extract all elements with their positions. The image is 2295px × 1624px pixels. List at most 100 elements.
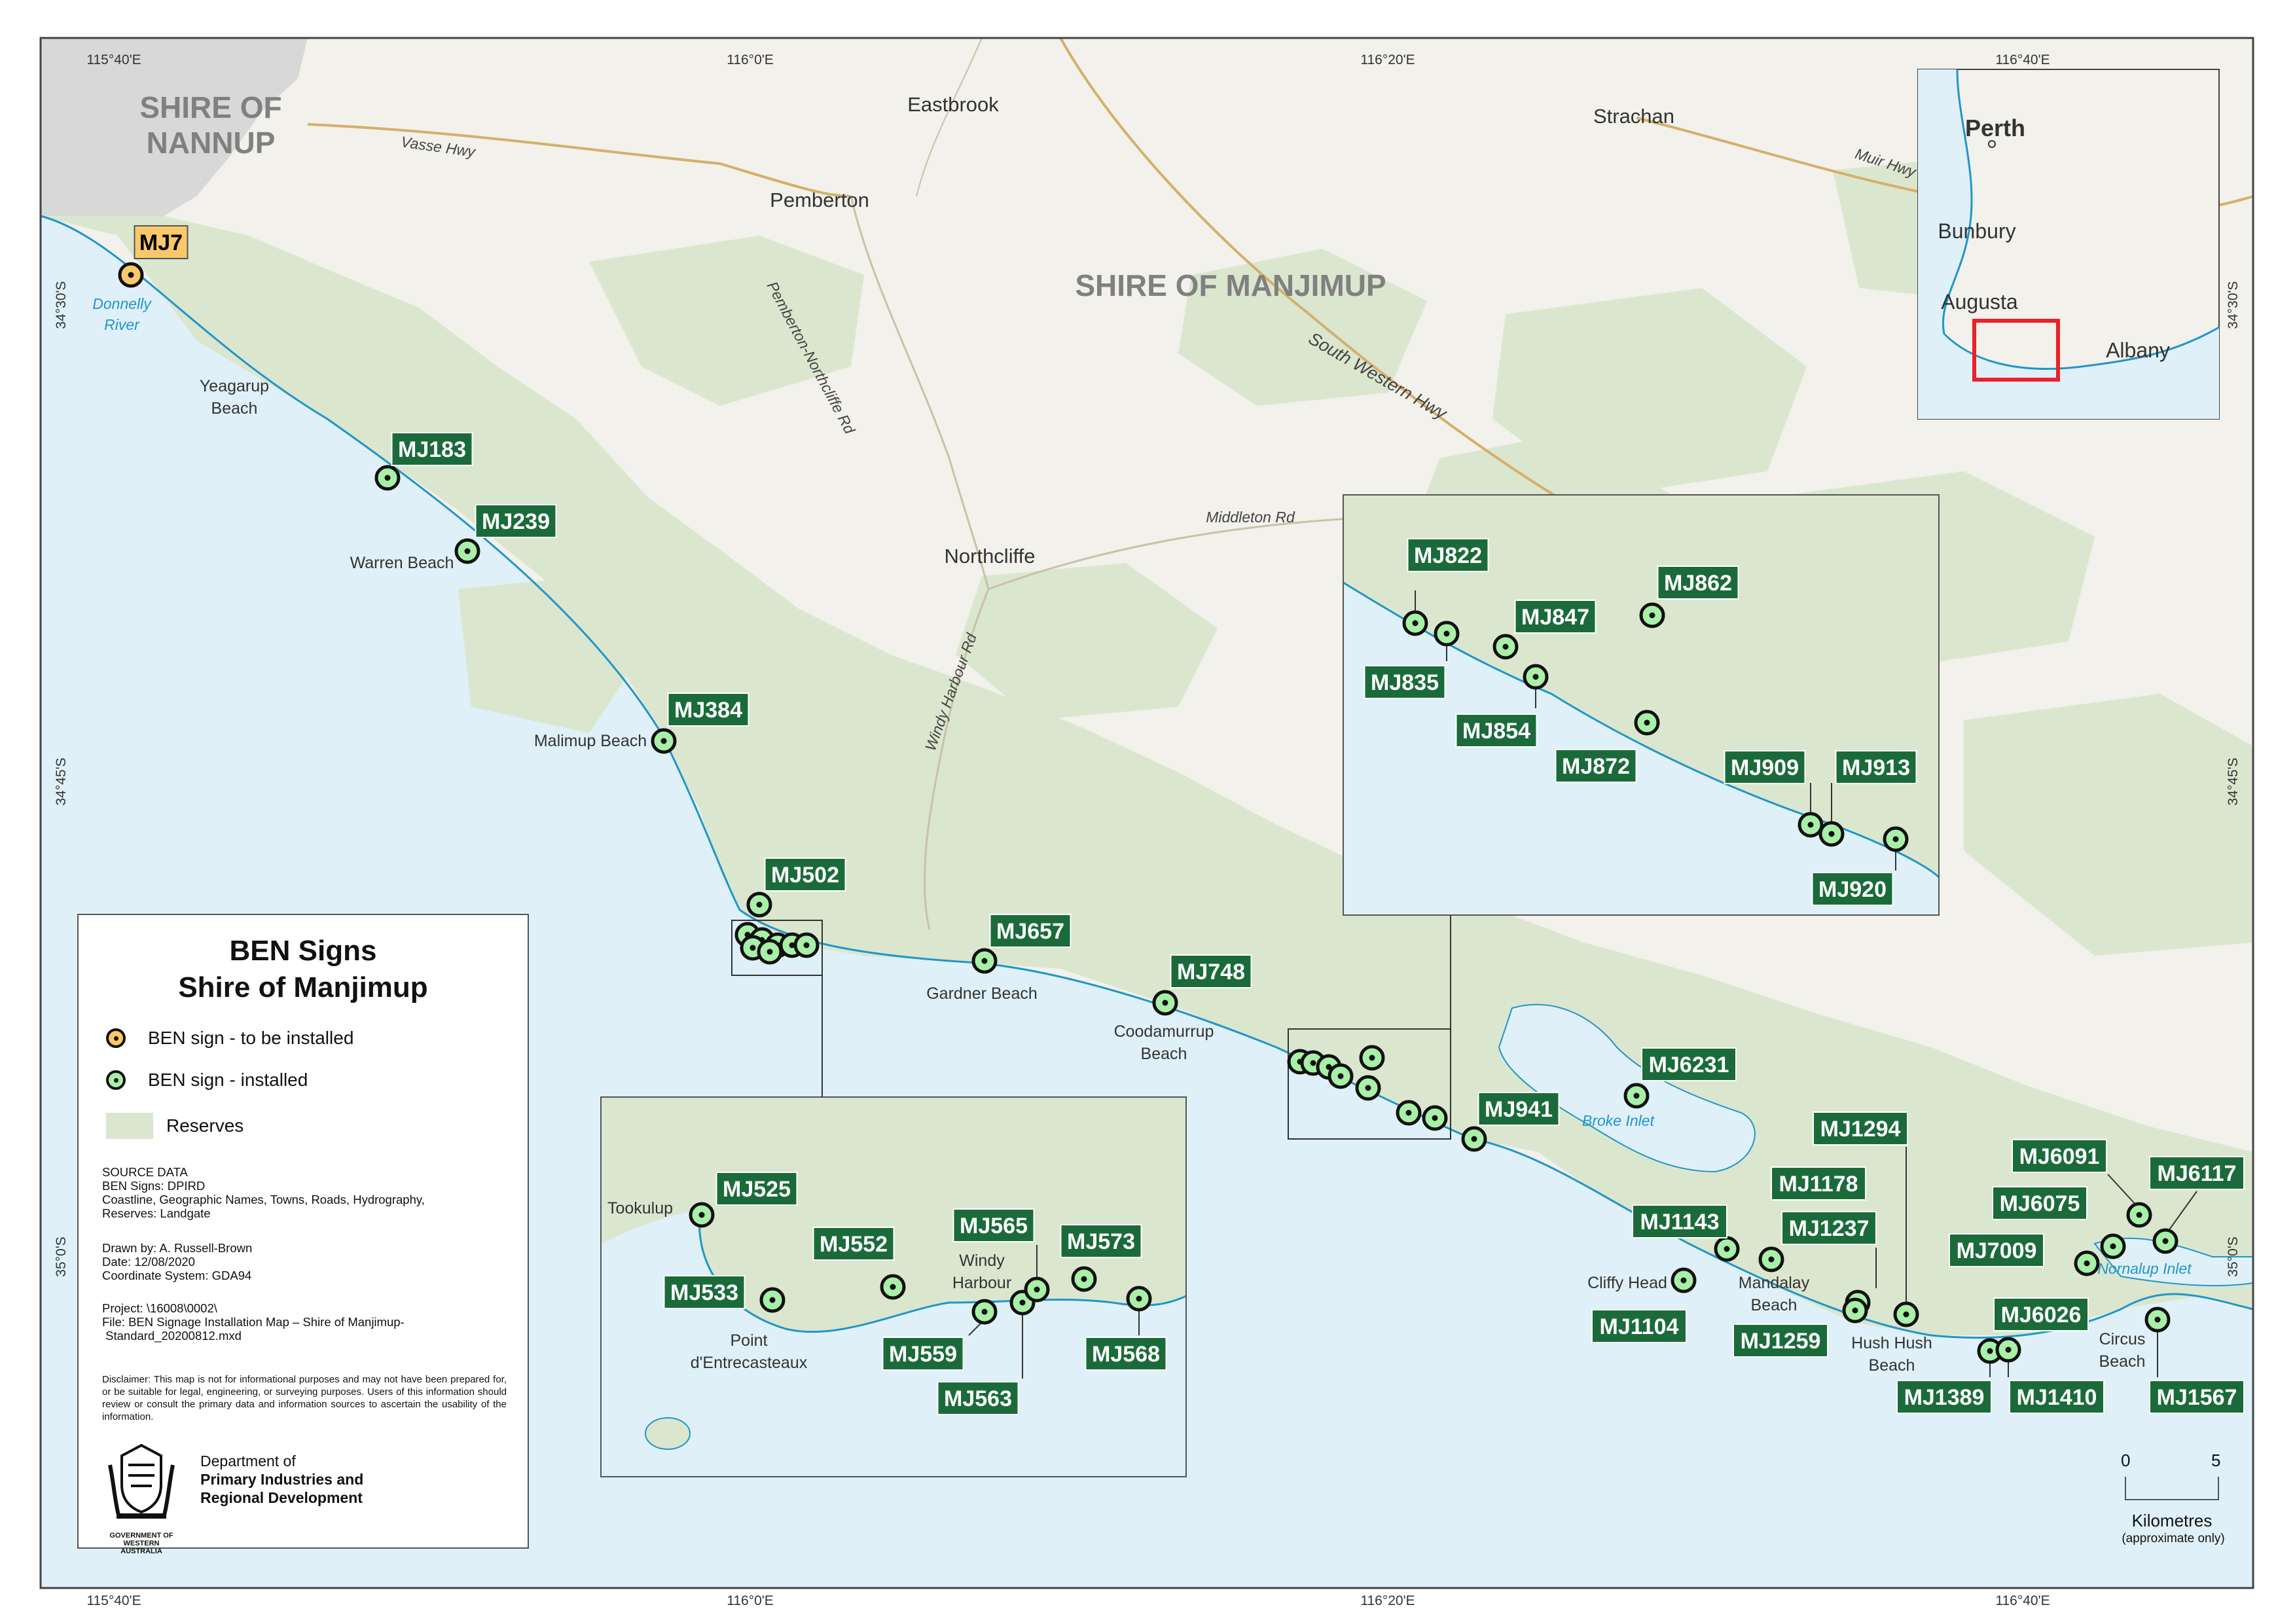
coord-right-2: 35°0'S	[2226, 1236, 2241, 1276]
sign-marker-mj239-dot	[464, 548, 471, 554]
coord-top-1: 116°0'E	[727, 52, 774, 67]
sign-marker-mj7009-dot	[2084, 1260, 2090, 1267]
coord-right-0: 34°30'S	[2226, 281, 2241, 329]
place-hushhush-line1: Hush Hush	[1851, 1334, 1932, 1352]
sign-marker-mj563-dot	[1019, 1299, 1026, 1306]
sign-marker-mj920-dot	[1892, 836, 1899, 842]
place-mandalay-line2: Beach	[1751, 1296, 1798, 1314]
sign-marker-mj913-dot	[1828, 831, 1835, 837]
sign-label-mj6117: MJ6117	[2158, 1161, 2237, 1186]
legend-title-line2: Shire of Manjimup	[178, 971, 428, 1003]
sign-marker-mj941-dot	[1471, 1136, 1477, 1142]
coord-top-3: 116°40'E	[1995, 52, 2050, 67]
reserve-swatch-icon	[106, 1113, 153, 1139]
coord-bottom-0: 115°40'E	[86, 1593, 141, 1608]
sign-marker-mj847-dot	[1502, 643, 1509, 650]
town-northcliffe: Northcliffe	[945, 545, 1036, 568]
legend-item-pending-label: BEN sign - to be installed	[148, 1028, 354, 1048]
scale-zero: 0	[2121, 1451, 2131, 1470]
cluster-sign-marker-12-dot	[1365, 1085, 1371, 1091]
place-gardner: Gardner Beach	[926, 984, 1038, 1003]
sign-label-mj568: MJ568	[1092, 1342, 1160, 1367]
sign-label-mj822: MJ822	[1414, 543, 1482, 568]
legend-disclaimer: Disclaimer: This map is not for informat…	[102, 1374, 507, 1422]
cluster-sign-marker-13-dot	[1405, 1110, 1412, 1116]
legend-panel: BEN Signs Shire of Manjimup BEN sign - t…	[77, 914, 529, 1555]
coord-left-1: 34°45'S	[54, 757, 69, 805]
sign-label-mj559: MJ559	[889, 1342, 957, 1367]
sign-marker-mj552-dot	[890, 1284, 896, 1290]
sign-label-mj854: MJ854	[1462, 719, 1530, 744]
water-donnelly-line2: River	[104, 316, 140, 333]
sign-label-mj1237: MJ1237	[1789, 1216, 1870, 1241]
sign-marker-mj872-dot	[1644, 719, 1650, 726]
sign-label-mj7: MJ7	[139, 230, 183, 255]
sign-label-mj6075: MJ6075	[2000, 1191, 2080, 1216]
sign-label-mj1259: MJ1259	[1741, 1329, 1821, 1354]
sign-label-mj1567: MJ1567	[2157, 1385, 2237, 1410]
place-point-line2: d'Entrecasteaux	[691, 1354, 808, 1372]
locator-city-augusta: Augusta	[1941, 290, 2018, 314]
sign-marker-mj862-dot	[1649, 612, 1655, 619]
sign-marker-mj1294-dot	[1903, 1311, 1909, 1318]
place-cliffy: Cliffy Head	[1587, 1274, 1667, 1292]
cluster-sign-marker-6-dot	[767, 948, 773, 955]
shire-nannup-line1: SHIRE OF	[139, 90, 281, 124]
coord-left-0: 34°30'S	[54, 281, 69, 329]
legend-item-installed: BEN sign - installed	[106, 1070, 308, 1091]
sign-marker-mj1567-dot	[2154, 1316, 2161, 1323]
legend-project: Project: \16008\0002\ File: BEN Signage …	[102, 1301, 405, 1343]
legend-gov-line1: GOVERNMENT OF	[109, 1532, 173, 1540]
sign-marker-mj559-dot	[981, 1308, 988, 1315]
sign-marker-mj384-dot	[660, 738, 667, 744]
sign-marker-mj6075-dot	[2110, 1243, 2116, 1250]
sign-label-mj239: MJ239	[482, 509, 550, 534]
sign-label-mj1294: MJ1294	[1820, 1117, 1901, 1142]
sign-label-mj1410: MJ1410	[2017, 1385, 2097, 1410]
scale-five: 5	[2211, 1451, 2221, 1470]
locator-inset	[1917, 69, 2220, 420]
sign-marker-mj568-dot	[1136, 1295, 1142, 1302]
cluster-sign-marker-10-dot	[1337, 1073, 1344, 1079]
sign-label-mj1104: MJ1104	[1600, 1314, 1679, 1339]
town-pemberton: Pemberton	[770, 189, 869, 211]
sign-label-mj872: MJ872	[1562, 754, 1630, 779]
legend-government-caption: GOVERNMENT OF WESTERN AUSTRALIA	[102, 1532, 181, 1555]
sign-marker-mj854-dot	[1532, 674, 1539, 680]
sign-label-mj1143: MJ1143	[1640, 1210, 1720, 1235]
installed-sign-icon	[106, 1070, 126, 1090]
sign-label-mj573: MJ573	[1067, 1229, 1135, 1254]
legend-gov-line2: WESTERN AUSTRALIA	[120, 1540, 162, 1555]
sign-marker-mj7-dot	[128, 272, 134, 278]
legend-item-pending: BEN sign - to be installed	[106, 1028, 353, 1049]
legend-dept-line3: Regional Development	[200, 1489, 363, 1506]
sign-label-mj533: MJ533	[670, 1280, 738, 1305]
place-mandalay-line1: Mandalay	[1739, 1274, 1810, 1292]
sign-marker-mj748-dot	[1162, 1000, 1168, 1006]
sign-marker-mj657-dot	[981, 958, 988, 964]
place-circus-line1: Circus	[2099, 1330, 2146, 1348]
scale-ruler	[2125, 1477, 2219, 1500]
sign-label-mj6231: MJ6231	[1649, 1053, 1729, 1077]
sign-label-mj1389: MJ1389	[1904, 1385, 1985, 1410]
sign-marker-mj6117-dot	[2162, 1238, 2169, 1244]
sign-label-mj847: MJ847	[1521, 605, 1589, 630]
legend-drawn: Drawn by: A. Russell-Brown Date: 12/08/2…	[102, 1241, 253, 1282]
legend-dept-line2: Primary Industries and	[200, 1471, 364, 1488]
sign-label-mj384: MJ384	[674, 698, 742, 723]
sign-label-mj565: MJ565	[960, 1214, 1028, 1238]
sign-marker-mj835-dot	[1443, 630, 1450, 637]
wa-government-crest-icon	[108, 1443, 175, 1519]
shire-nannup-line2: NANNUP	[147, 126, 276, 160]
sign-marker-mj6231-dot	[1633, 1092, 1640, 1099]
sign-label-mj1178: MJ1178	[1779, 1172, 1858, 1197]
sign-marker-mj1410-dot	[2005, 1346, 2012, 1353]
sign-label-mj502: MJ502	[771, 863, 839, 888]
sign-marker-mj525-dot	[698, 1212, 705, 1218]
sign-label-mj748: MJ748	[1177, 960, 1245, 984]
coord-bottom-1: 116°0'E	[727, 1593, 774, 1608]
sign-marker-mj6091-dot	[2136, 1212, 2142, 1218]
sign-marker-mj909-dot	[1807, 821, 1814, 828]
town-eastbrook: Eastbrook	[907, 93, 999, 116]
sign-marker-mj1389-dot	[1987, 1348, 1993, 1354]
